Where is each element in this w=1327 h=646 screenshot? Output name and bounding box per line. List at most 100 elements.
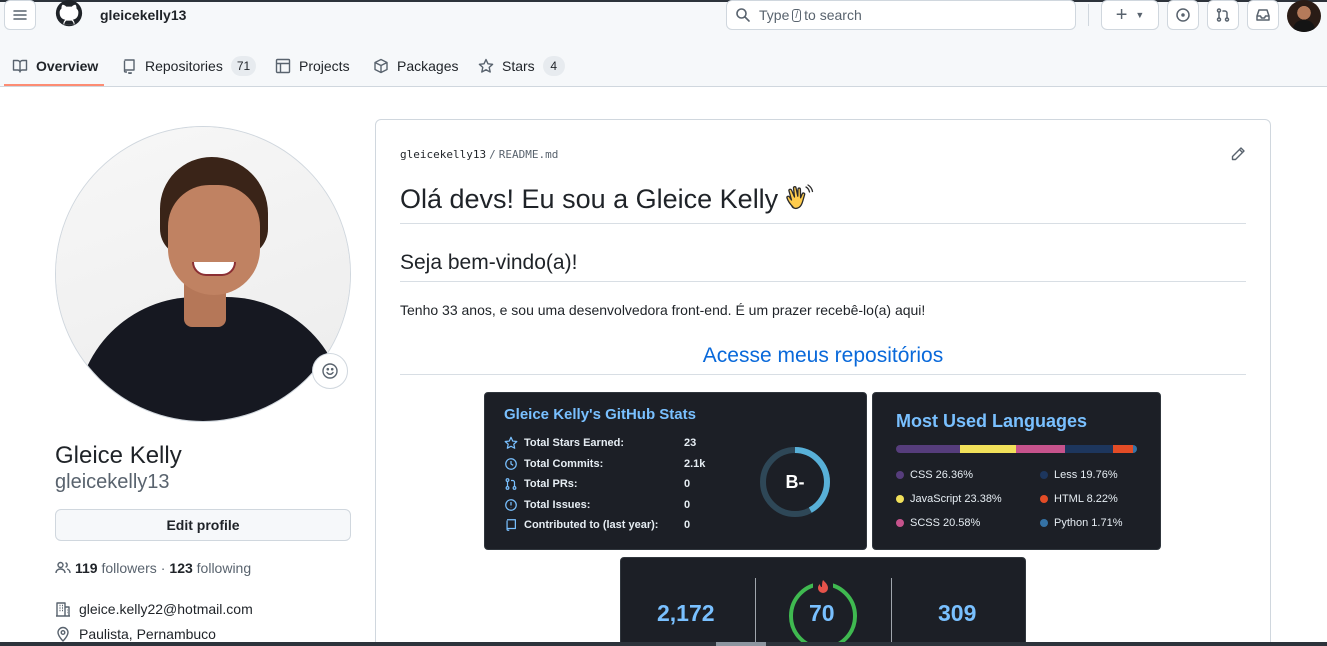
repo-icon xyxy=(123,58,135,74)
waving-hand-icon xyxy=(786,184,814,210)
tab-overview-label: Overview xyxy=(36,57,99,74)
streak-stats-card[interactable]: 2,172 70 309 xyxy=(620,557,1026,646)
header-divider xyxy=(1088,4,1089,26)
language-javascript: JavaScript 23.38% xyxy=(896,493,1002,505)
repositories-count-badge: 71 xyxy=(230,55,257,76)
horizontal-scrollbar[interactable] xyxy=(0,642,1327,646)
issue-opened-icon xyxy=(505,499,517,511)
inbox-icon xyxy=(1256,9,1270,21)
tab-overview[interactable]: Overview xyxy=(12,44,98,87)
readme-owner-link[interactable]: gleicekelly13 xyxy=(400,148,486,161)
people-icon xyxy=(55,561,71,574)
stat-label: Total Commits: xyxy=(524,458,604,470)
language-label: HTML 8.22% xyxy=(1054,493,1118,505)
edit-readme-button[interactable] xyxy=(1230,146,1248,164)
stat-label: Contributed to (last year): xyxy=(524,519,659,531)
repositories-link-heading[interactable]: Acesse meus repositórios xyxy=(400,344,1246,375)
tab-repositories[interactable]: Repositories 71 xyxy=(121,44,257,87)
language-css: CSS 26.36% xyxy=(896,469,973,481)
github-logo[interactable] xyxy=(53,0,85,30)
organization-icon xyxy=(56,602,70,617)
language-label: Python 1.71% xyxy=(1054,517,1123,529)
stars-count-badge: 4 xyxy=(542,55,565,76)
active-tab-indicator xyxy=(4,84,104,86)
issues-button[interactable] xyxy=(1167,0,1199,30)
profile-email-row: gleice.kelly22@hotmail.com xyxy=(55,601,253,617)
readme-file-name[interactable]: README.md xyxy=(499,148,559,161)
user-avatar-menu[interactable] xyxy=(1287,0,1321,32)
profile-email[interactable]: gleice.kelly22@hotmail.com xyxy=(79,601,253,617)
follow-separator: · xyxy=(160,560,166,576)
followers-label: followers xyxy=(101,560,157,576)
stat-value: 0 xyxy=(684,499,691,511)
streak-divider xyxy=(891,578,892,646)
following-count: 123 xyxy=(169,560,193,576)
menu-button[interactable] xyxy=(4,0,36,30)
profile-name: Gleice Kelly xyxy=(55,442,182,469)
following-label: following xyxy=(196,560,252,576)
set-status-button[interactable] xyxy=(312,353,348,389)
following-link[interactable]: 123 following xyxy=(169,560,251,576)
intro-paragraph: Tenho 33 anos, e sou uma desenvolvedora … xyxy=(400,302,926,318)
pull-requests-button[interactable] xyxy=(1207,0,1239,30)
profile-avatar[interactable] xyxy=(55,126,351,422)
github-stats-card[interactable]: Gleice Kelly's GitHub Stats Total Stars … xyxy=(484,392,867,550)
streak-total-contributions: 2,172 xyxy=(657,600,715,626)
history-icon xyxy=(505,458,517,470)
language-label: CSS 26.36% xyxy=(910,469,973,481)
plus-icon: + xyxy=(1115,4,1128,26)
hamburger-icon xyxy=(13,10,27,20)
stat-row-contributed: Contributed to (last year): 0 xyxy=(504,518,724,532)
tab-stars[interactable]: Stars 4 xyxy=(478,44,565,87)
welcome-heading: Seja bem-vindo(a)! xyxy=(400,251,1246,282)
language-scss: SCSS 20.58% xyxy=(896,517,980,529)
streak-current: 70 xyxy=(809,600,835,626)
tab-packages[interactable]: Packages xyxy=(373,44,458,87)
language-bar-segment-python xyxy=(1132,445,1137,453)
language-html: HTML 8.22% xyxy=(1040,493,1118,505)
rank-circle: B- xyxy=(758,445,832,519)
search-placeholder-prefix: Type xyxy=(759,7,790,23)
top-header: gleicekelly13 Type / to search + ▼ Overv… xyxy=(0,0,1327,87)
search-input[interactable]: Type / to search xyxy=(726,0,1076,30)
stat-row-issues: Total Issues: 0 xyxy=(504,498,724,512)
language-bar-segment-html xyxy=(1113,445,1133,453)
stat-value: 0 xyxy=(684,478,691,490)
stat-row-commits: Total Commits: 2.1k xyxy=(504,457,724,471)
inbox-button[interactable] xyxy=(1247,0,1279,30)
tab-packages-label: Packages xyxy=(397,57,459,74)
star-icon xyxy=(478,58,494,73)
readme-title: Olá devs! Eu sou a Gleice Kelly xyxy=(400,184,779,214)
streak-longest: 309 xyxy=(938,600,977,626)
tab-repositories-label: Repositories xyxy=(145,57,223,74)
stat-label: Total Issues: xyxy=(524,499,591,511)
readme-path-separator: / xyxy=(489,148,496,161)
search-shortcut-key: / xyxy=(792,8,802,22)
profile-login: gleicekelly13 xyxy=(55,471,170,493)
package-icon xyxy=(374,58,388,73)
git-pull-request-icon xyxy=(1216,8,1230,22)
languages-card[interactable]: Most Used Languages CSS 26.36% JavaScrip… xyxy=(872,392,1161,550)
streak-divider xyxy=(755,578,756,646)
pencil-icon xyxy=(1231,147,1245,161)
repo-icon xyxy=(506,519,516,531)
language-bar-segment-css xyxy=(896,445,960,453)
language-label: Less 19.76% xyxy=(1054,469,1118,481)
language-color-dot xyxy=(1040,471,1048,479)
tab-projects[interactable]: Projects xyxy=(275,44,350,87)
book-icon xyxy=(12,59,28,73)
stat-value: 0 xyxy=(684,519,691,531)
tab-projects-label: Projects xyxy=(299,57,350,74)
stat-label: Total Stars Earned: xyxy=(524,437,625,449)
language-color-dot xyxy=(1040,519,1048,527)
followers-link[interactable]: 119 followers xyxy=(75,560,157,576)
issue-opened-icon xyxy=(1176,8,1190,22)
header-username[interactable]: gleicekelly13 xyxy=(100,7,186,23)
create-new-button[interactable]: + ▼ xyxy=(1101,0,1159,30)
edit-profile-button[interactable]: Edit profile xyxy=(55,509,351,541)
readme-heading: Olá devs! Eu sou a Gleice Kelly xyxy=(400,183,1246,224)
scrollbar-thumb[interactable] xyxy=(716,642,766,646)
language-color-dot xyxy=(896,519,904,527)
stat-label: Total PRs: xyxy=(524,478,578,490)
rank-grade: B- xyxy=(785,471,805,492)
